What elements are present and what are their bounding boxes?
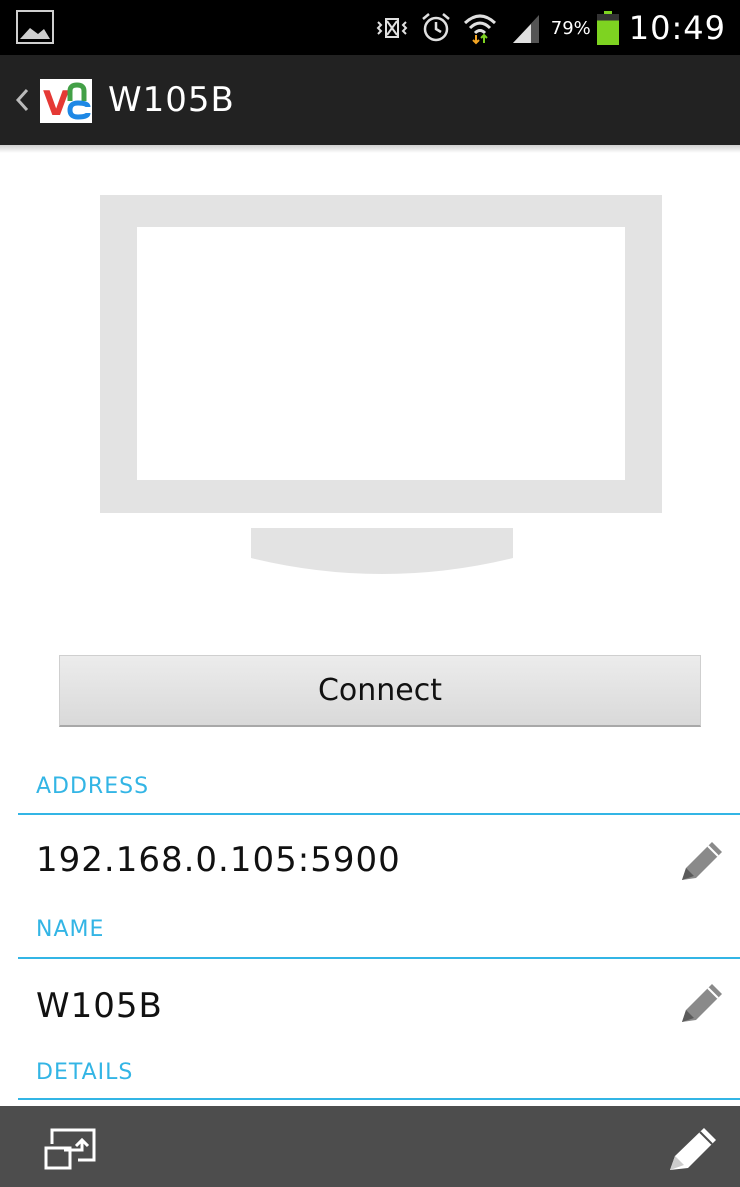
name-divider (18, 957, 740, 959)
clock: 10:49 (628, 9, 726, 47)
status-bar: 79% 10:49 (0, 0, 740, 55)
alarm-icon (421, 13, 450, 42)
page-title: W105B (108, 80, 235, 120)
details-label: DETAILS (36, 1060, 134, 1085)
svg-text:V: V (43, 84, 70, 123)
name-value[interactable]: W105B (36, 986, 163, 1026)
action-bar-shadow (0, 145, 740, 153)
address-value[interactable]: 192.168.0.105:5900 (36, 840, 401, 880)
signal-icon (512, 15, 539, 43)
edit-name-pencil-icon[interactable] (676, 980, 726, 1026)
screen-preview-display (137, 227, 625, 480)
screen-preview (100, 195, 662, 513)
monitor-stand (251, 528, 513, 574)
switch-window-icon[interactable] (42, 1126, 98, 1172)
name-label: NAME (36, 917, 105, 942)
edit-address-pencil-icon[interactable] (676, 838, 726, 884)
battery-icon (596, 11, 619, 45)
vnc-logo-icon[interactable]: V (40, 79, 92, 123)
wifi-icon (463, 14, 496, 45)
pencil-icon[interactable] (664, 1124, 720, 1174)
address-divider (18, 813, 740, 815)
bottom-action-bar (0, 1106, 740, 1187)
details-divider (18, 1098, 740, 1100)
vibrate-icon (376, 18, 408, 38)
battery-percent: 79% (550, 17, 591, 39)
connect-button[interactable]: Connect (59, 655, 701, 727)
action-bar: V W105B (0, 55, 740, 145)
address-label: ADDRESS (36, 774, 150, 799)
back-caret-icon[interactable] (14, 85, 30, 115)
status-icons: 79% 10:49 (375, 6, 726, 50)
gallery-icon (16, 10, 54, 44)
